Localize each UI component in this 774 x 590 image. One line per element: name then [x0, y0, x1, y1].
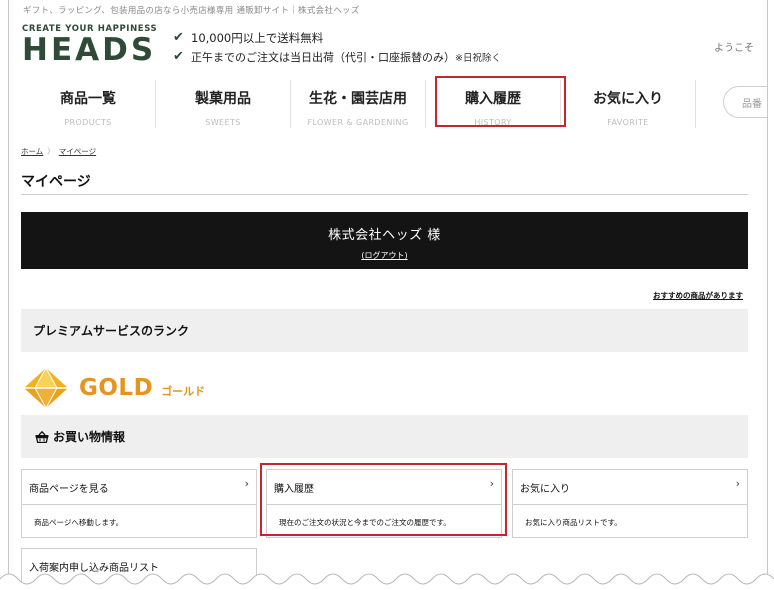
card-title: お気に入り [520, 483, 570, 495]
nav-sublabel: FLOWER & GARDENING [307, 118, 409, 127]
search-input[interactable]: 品番 [723, 86, 767, 118]
card-favorites[interactable]: お気に入り › お気に入り商品リストです。 [512, 469, 748, 538]
card-title-row: 商品ページを見る › [22, 470, 256, 505]
card-title-row: 購入履歴 › [267, 470, 501, 505]
breadcrumb: ホーム〉マイページ [21, 146, 96, 157]
page-frame: ギフト、ラッピング、包装用品の店なら小売店様専用 通販卸サイト｜株式会社ヘッズ … [8, 0, 768, 590]
nav-item-favorite[interactable]: お気に入り FAVORITE [561, 78, 695, 132]
member-name: 株式会社ヘッズ 様 [328, 228, 441, 243]
gold-rank-badge: GOLD ゴールド [23, 367, 205, 409]
nav-item-history[interactable]: 購入履歴 HISTORY [426, 78, 560, 132]
chevron-right-icon: › [244, 477, 249, 490]
card-title: 購入履歴 [274, 483, 314, 495]
nav-sublabel: PRODUCTS [64, 118, 112, 127]
nav-divider [695, 80, 696, 128]
logout-link[interactable]: (ログアウト) [361, 250, 407, 261]
nav-label: 購入履歴 [465, 91, 521, 107]
chevron-right-icon: › [735, 477, 740, 490]
promo-line-2: 正午までのご注文は当日出荷（代引・口座振替のみ） [191, 50, 455, 64]
check-icon: ✔ [173, 49, 184, 64]
heads-logo[interactable]: CREATE YOUR HAPPINESS HEADS [22, 24, 157, 68]
nav-label: 製菓用品 [195, 91, 251, 107]
card-title-row: お気に入り › [513, 470, 747, 505]
breadcrumb-current-link[interactable]: マイページ [59, 147, 96, 156]
global-nav: 商品一覧 PRODUCTS 製菓用品 SWEETS 生花・園芸店用 FLOWER… [21, 78, 696, 132]
torn-edge [0, 573, 774, 590]
card-description: お気に入り商品リストです。 [525, 518, 622, 527]
promo-free-shipping: ✔ 10,000円以上で送料無料 [173, 28, 501, 47]
rank-level: GOLD [79, 375, 154, 401]
member-bar: 株式会社ヘッズ 様 (ログアウト) [21, 212, 748, 269]
rank-level-kana: ゴールド [161, 385, 206, 398]
promo-same-day: ✔ 正午までのご注文は当日出荷（代引・口座振替のみ） ※日祝除く [173, 47, 501, 66]
nav-item-products[interactable]: 商品一覧 PRODUCTS [21, 78, 155, 132]
promo-info: ✔ 10,000円以上で送料無料 ✔ 正午までのご注文は当日出荷（代引・口座振替… [173, 28, 501, 66]
chevron-right-icon: › [489, 477, 494, 490]
promo-line-1: 10,000円以上で送料無料 [191, 30, 324, 45]
breadcrumb-separator: 〉 [47, 147, 55, 156]
welcome-text: ようこそ [714, 43, 754, 54]
shopping-heading-text: お買い物情報 [53, 430, 126, 444]
card-view-products[interactable]: 商品ページを見る › 商品ページへ移動します。 [21, 469, 257, 538]
nav-sublabel: HISTORY [474, 118, 512, 127]
recommend-link[interactable]: おすすめの商品があります [653, 290, 743, 301]
rank-section-heading: プレミアムサービスのランク [21, 309, 748, 352]
nav-label: お気に入り [593, 91, 663, 107]
page-title: マイページ [21, 174, 91, 190]
rank-heading-text: プレミアムサービスのランク [33, 324, 190, 338]
title-divider [21, 194, 748, 195]
nav-label: 商品一覧 [60, 91, 116, 107]
card-description: 現在のご注文の状況と今までのご注文の履歴です。 [279, 518, 451, 527]
card-description: 商品ページへ移動します。 [34, 518, 124, 527]
shopping-section-heading: お買い物情報 [21, 415, 748, 458]
nav-label: 生花・園芸店用 [309, 91, 407, 107]
gold-diamond-icon [24, 367, 68, 409]
site-description: ギフト、ラッピング、包装用品の店なら小売店様専用 通販卸サイト｜株式会社ヘッズ [23, 6, 360, 16]
nav-item-sweets[interactable]: 製菓用品 SWEETS [156, 78, 290, 132]
nav-sublabel: SWEETS [205, 118, 241, 127]
card-title: 商品ページを見る [29, 483, 109, 495]
logo-wordmark: HEADS [22, 32, 157, 68]
card-purchase-history[interactable]: 購入履歴 › 現在のご注文の状況と今までのご注文の履歴です。 [266, 469, 502, 538]
nav-item-flower-gardening[interactable]: 生花・園芸店用 FLOWER & GARDENING [291, 78, 425, 132]
promo-line-2-note: ※日祝除く [455, 52, 501, 64]
breadcrumb-home-link[interactable]: ホーム [21, 147, 43, 156]
nav-sublabel: FAVORITE [607, 118, 649, 127]
basket-icon [35, 430, 49, 443]
check-icon: ✔ [173, 30, 184, 45]
